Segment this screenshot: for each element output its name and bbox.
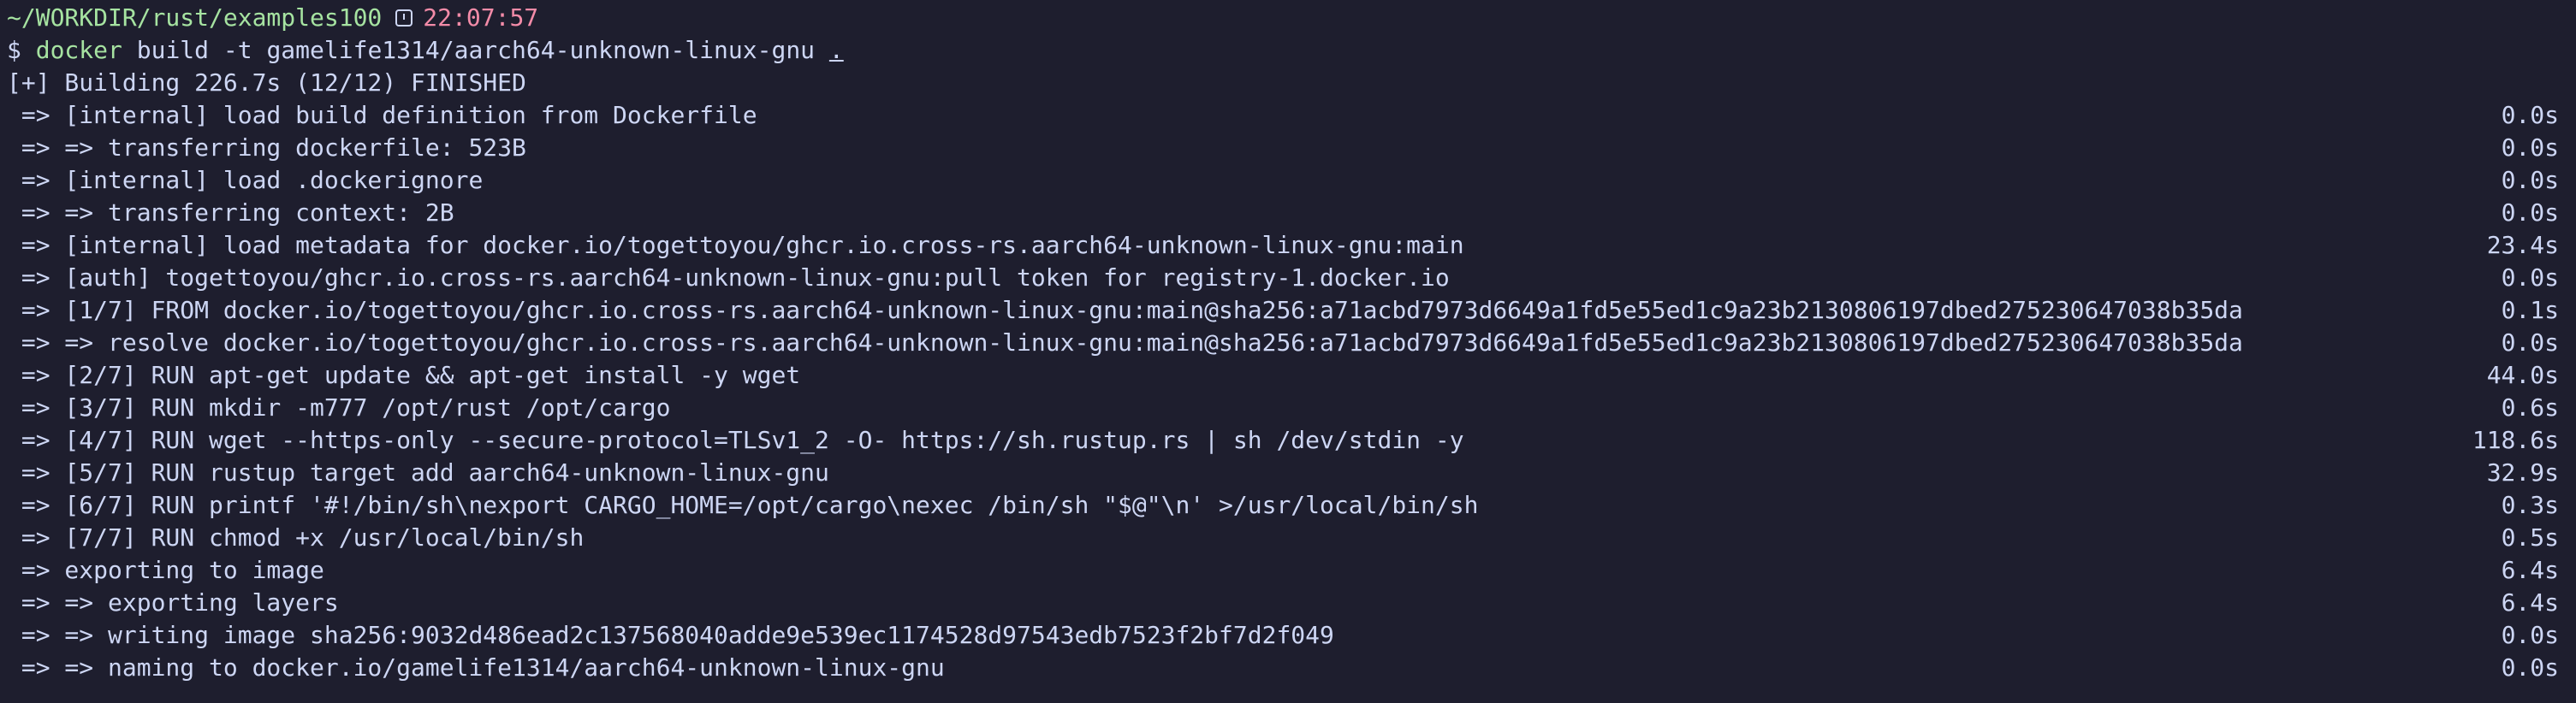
build-step-duration: 0.0s bbox=[2501, 198, 2559, 227]
build-step-line: => [internal] load metadata for docker.i… bbox=[7, 229, 2559, 262]
build-step-duration: 118.6s bbox=[2472, 426, 2559, 454]
build-step-text: => => resolve docker.io/togettoyou/ghcr.… bbox=[7, 328, 2243, 357]
build-step-text: => [5/7] RUN rustup target add aarch64-u… bbox=[7, 458, 829, 487]
build-step-text: => => writing image sha256:9032d486ead2c… bbox=[7, 621, 1334, 649]
build-step-line: => [1/7] FROM docker.io/togettoyou/ghcr.… bbox=[7, 294, 2559, 327]
build-step-duration: 0.0s bbox=[2501, 166, 2559, 194]
build-step-duration: 0.0s bbox=[2501, 133, 2559, 162]
build-step-text: => [3/7] RUN mkdir -m777 /opt/rust /opt/… bbox=[7, 393, 671, 422]
build-step-line: => [internal] load .dockerignore 0.0s bbox=[7, 164, 2559, 197]
command-program: docker bbox=[35, 36, 122, 64]
build-step-text: => exporting to image bbox=[7, 556, 324, 584]
prompt-line: ~/WORKDIR/rust/examples100 22:07:57 bbox=[7, 2, 2559, 34]
build-step-text: => [6/7] RUN printf '#!/bin/sh\nexport C… bbox=[7, 491, 1479, 519]
build-step-duration: 0.0s bbox=[2501, 263, 2559, 292]
build-step-duration: 6.4s bbox=[2501, 588, 2559, 617]
build-step-duration: 0.0s bbox=[2501, 621, 2559, 649]
build-step-line: => => resolve docker.io/togettoyou/ghcr.… bbox=[7, 327, 2559, 359]
build-step-line: => [4/7] RUN wget --https-only --secure-… bbox=[7, 424, 2559, 457]
build-step-text: => [1/7] FROM docker.io/togettoyou/ghcr.… bbox=[7, 296, 2243, 324]
command-context: . bbox=[828, 36, 844, 64]
build-step-text: => [2/7] RUN apt-get update && apt-get i… bbox=[7, 361, 801, 389]
build-step-duration: 0.0s bbox=[2501, 328, 2559, 357]
build-step-line: => => transferring dockerfile: 523B 0.0s bbox=[7, 132, 2559, 164]
prompt-time: 22:07:57 bbox=[423, 3, 539, 32]
build-step-line: => [2/7] RUN apt-get update && apt-get i… bbox=[7, 359, 2559, 392]
build-step-line: => => writing image sha256:9032d486ead2c… bbox=[7, 619, 2559, 652]
build-header-text: [+] Building 226.7s (12/12) FINISHED bbox=[7, 68, 526, 97]
build-step-text: => => transferring dockerfile: 523B bbox=[7, 133, 526, 162]
build-step-line: => [3/7] RUN mkdir -m777 /opt/rust /opt/… bbox=[7, 392, 2559, 424]
command-args: build -t gamelife1314/aarch64-unknown-li… bbox=[122, 36, 829, 64]
build-step-duration: 0.3s bbox=[2501, 491, 2559, 519]
build-step-line: => [auth] togettoyou/ghcr.io.cross-rs.aa… bbox=[7, 262, 2559, 294]
build-header: [+] Building 226.7s (12/12) FINISHED bbox=[7, 67, 2559, 99]
build-step-line: => => exporting layers 6.4s bbox=[7, 587, 2559, 619]
command-line: $ docker build -t gamelife1314/aarch64-u… bbox=[7, 34, 2559, 67]
build-step-duration: 0.0s bbox=[2501, 101, 2559, 129]
build-step-line: => [7/7] RUN chmod +x /usr/local/bin/sh 0… bbox=[7, 522, 2559, 554]
build-step-duration: 0.6s bbox=[2501, 393, 2559, 422]
build-step-line: => [5/7] RUN rustup target add aarch64-u… bbox=[7, 457, 2559, 489]
build-step-duration: 32.9s bbox=[2486, 458, 2559, 487]
build-step-duration: 0.1s bbox=[2501, 296, 2559, 324]
build-step-line: => => transferring context: 2B 0.0s bbox=[7, 197, 2559, 229]
build-step-text: => => naming to docker.io/gamelife1314/a… bbox=[7, 653, 945, 682]
build-step-line: => [internal] load build definition from… bbox=[7, 99, 2559, 132]
build-step-duration: 0.5s bbox=[2501, 523, 2559, 552]
build-step-text: => => exporting layers bbox=[7, 588, 339, 617]
prompt-symbol: $ bbox=[7, 36, 36, 64]
build-step-duration: 23.4s bbox=[2486, 231, 2559, 259]
build-step-text: => [7/7] RUN chmod +x /usr/local/bin/sh bbox=[7, 523, 585, 552]
build-step-duration: 0.0s bbox=[2501, 653, 2559, 682]
prompt-path: ~/WORKDIR/rust/examples100 bbox=[7, 3, 383, 32]
terminal-window[interactable]: ~/WORKDIR/rust/examples100 22:07:57 $ do… bbox=[0, 0, 2576, 703]
build-step-text: => [4/7] RUN wget --https-only --secure-… bbox=[7, 426, 1464, 454]
build-step-text: => [internal] load .dockerignore bbox=[7, 166, 484, 194]
build-step-text: => [auth] togettoyou/ghcr.io.cross-rs.aa… bbox=[7, 263, 1450, 292]
build-step-line: => => naming to docker.io/gamelife1314/a… bbox=[7, 652, 2559, 684]
build-step-duration: 44.0s bbox=[2486, 361, 2559, 389]
build-step-duration: 6.4s bbox=[2501, 556, 2559, 584]
build-step-line: => [6/7] RUN printf '#!/bin/sh\nexport C… bbox=[7, 489, 2559, 522]
build-step-text: => [internal] load metadata for docker.i… bbox=[7, 231, 1464, 259]
clock-icon bbox=[395, 9, 413, 27]
build-step-text: => => transferring context: 2B bbox=[7, 198, 454, 227]
build-step-line: => exporting to image 6.4s bbox=[7, 554, 2559, 587]
build-steps: => [internal] load build definition from… bbox=[7, 99, 2559, 684]
build-step-text: => [internal] load build definition from… bbox=[7, 101, 757, 129]
